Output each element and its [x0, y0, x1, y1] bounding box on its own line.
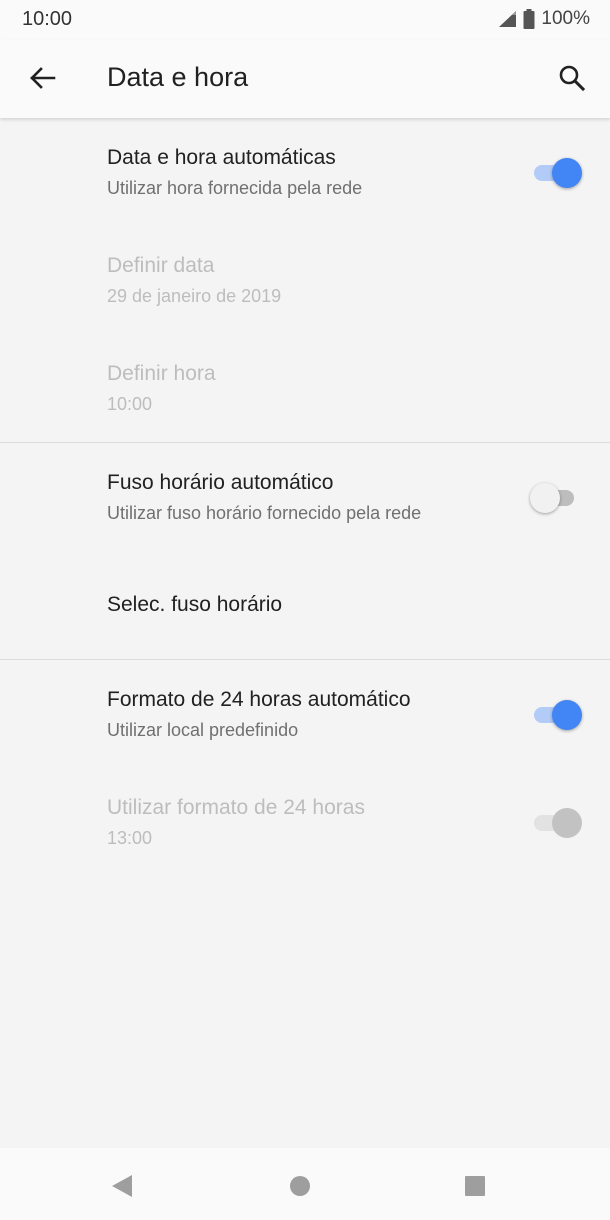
- auto-24h-switch[interactable]: [530, 700, 582, 730]
- status-bar: 10:00 100%: [0, 0, 610, 40]
- signal-icon: [497, 10, 517, 28]
- nav-home-button[interactable]: [278, 1164, 322, 1208]
- nav-recent-button[interactable]: [453, 1164, 497, 1208]
- status-icons: 100%: [497, 8, 590, 30]
- datetime-group: Data e hora automáticas Utilizar hora fo…: [0, 118, 610, 442]
- page-title: Data e hora: [107, 62, 249, 92]
- navigation-bar: [0, 1148, 610, 1220]
- pref-auto-datetime[interactable]: Data e hora automáticas Utilizar hora fo…: [0, 118, 610, 226]
- format-group: Formato de 24 horas automático Utilizar …: [0, 660, 610, 876]
- search-button[interactable]: [550, 56, 594, 100]
- battery-percent: 100%: [541, 8, 590, 29]
- switch-thumb: [530, 483, 560, 513]
- settings-list: Data e hora automáticas Utilizar hora fo…: [0, 118, 610, 1148]
- pref-title: Definir hora: [107, 362, 216, 385]
- app-bar: Data e hora: [0, 40, 610, 118]
- back-button[interactable]: [20, 56, 64, 100]
- pref-title: Utilizar formato de 24 horas: [107, 796, 365, 819]
- pref-set-time: Definir hora 10:00: [0, 334, 610, 442]
- switch-thumb: [552, 158, 582, 188]
- battery-icon: [523, 9, 535, 29]
- pref-select-timezone[interactable]: Selec. fuso horário: [0, 551, 610, 659]
- pref-title: Selec. fuso horário: [107, 593, 283, 616]
- pref-summary: 10:00: [107, 394, 153, 414]
- pref-summary: 13:00: [107, 828, 153, 848]
- pref-set-date: Definir data 29 de janeiro de 2019: [0, 226, 610, 334]
- search-icon: [559, 65, 586, 92]
- pref-auto-timezone[interactable]: Fuso horário automático Utilizar fuso ho…: [0, 443, 610, 551]
- pref-title: Fuso horário automático: [107, 471, 334, 494]
- switch-thumb: [552, 700, 582, 730]
- circle-home-icon: [290, 1176, 310, 1196]
- pref-summary: 29 de janeiro de 2019: [107, 286, 282, 306]
- pref-use-24h: Utilizar formato de 24 horas 13:00: [0, 768, 610, 876]
- auto-datetime-switch[interactable]: [530, 158, 582, 188]
- pref-summary: Utilizar fuso horário fornecido pela red…: [107, 503, 422, 523]
- nav-back-button[interactable]: [100, 1164, 144, 1208]
- status-time: 10:00: [22, 8, 73, 30]
- pref-title: Data e hora automáticas: [107, 146, 336, 169]
- triangle-back-icon: [112, 1175, 132, 1197]
- square-recent-icon: [465, 1176, 485, 1196]
- auto-timezone-switch[interactable]: [530, 483, 582, 513]
- pref-summary: Utilizar local predefinido: [107, 720, 299, 740]
- settings-screen: 10:00 100% Data e hora Data e hora autom…: [0, 0, 610, 1220]
- switch-thumb: [552, 808, 582, 838]
- pref-title: Definir data: [107, 254, 215, 277]
- pref-summary: Utilizar hora fornecida pela rede: [107, 178, 363, 198]
- use-24h-switch: [530, 808, 582, 838]
- timezone-group: Fuso horário automático Utilizar fuso ho…: [0, 443, 610, 659]
- pref-title: Formato de 24 horas automático: [107, 688, 411, 711]
- pref-auto-24h[interactable]: Formato de 24 horas automático Utilizar …: [0, 660, 610, 768]
- arrow-left-icon: [30, 67, 56, 89]
